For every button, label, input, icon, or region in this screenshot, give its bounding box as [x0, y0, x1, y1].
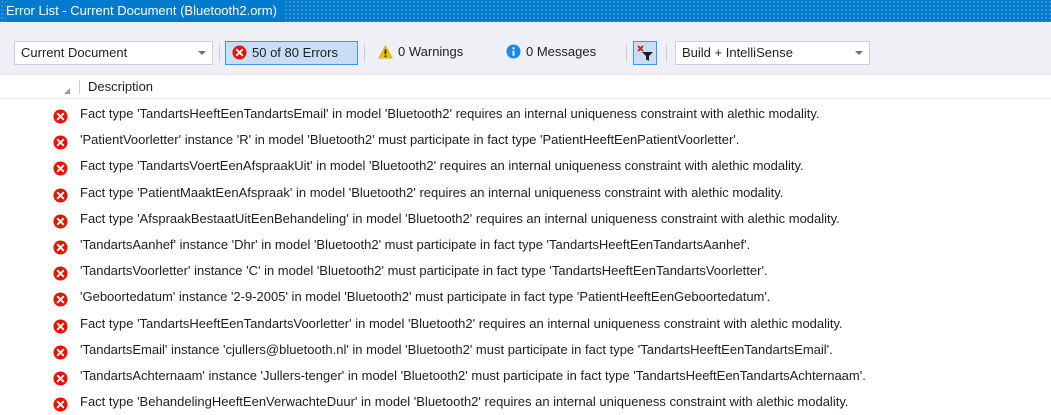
error-row[interactable]: Fact type 'AfspraakBestaatUitEenBehandel…	[0, 206, 1051, 232]
error-row[interactable]: Fact type 'TandartsHeeftEenTandartsEmail…	[0, 101, 1051, 127]
error-description: 'Geboortedatum' instance '2-9-2005' in m…	[80, 289, 771, 305]
error-row[interactable]: Fact type 'TandartsHeeftEenTandartsVoorl…	[0, 311, 1051, 337]
error-row[interactable]: Fact type 'PatientMaaktEenAfspraak' in m…	[0, 180, 1051, 206]
error-row[interactable]: 'TandartsAanhef' instance 'Dhr' in model…	[0, 232, 1051, 258]
toolbar-separator	[626, 44, 627, 62]
error-row[interactable]: 'TandartsEmail' instance 'cjullers@bluet…	[0, 337, 1051, 363]
error-row[interactable]: 'Geboortedatum' instance '2-9-2005' in m…	[0, 284, 1051, 310]
column-header-row: Description	[0, 76, 1051, 99]
error-icon	[53, 264, 68, 281]
error-icon	[53, 238, 68, 255]
error-icon	[53, 369, 68, 386]
messages-count-label: 0 Messages	[526, 44, 597, 59]
error-icon	[232, 45, 247, 60]
error-row[interactable]: Fact type 'BehandelingHeeftEenVerwachteD…	[0, 389, 1051, 415]
chevron-down-icon	[198, 51, 206, 55]
error-description: 'TandartsAchternaam' instance 'Jullers-t…	[80, 368, 866, 383]
error-description: 'TandartsVoorletter' instance 'C' in mod…	[80, 263, 768, 279]
toolbar-separator	[219, 44, 220, 62]
build-source-value: Build + IntelliSense	[682, 45, 793, 60]
error-row[interactable]: 'TandartsVoorletter' instance 'C' in mod…	[0, 258, 1051, 284]
error-description: Fact type 'TandartsHeeftEenTandartsVoorl…	[80, 315, 843, 331]
error-description: 'PatientVoorletter' instance 'R' in mode…	[80, 132, 740, 148]
error-icon	[53, 290, 68, 307]
errors-filter-button[interactable]: 50 of 80 Errors	[225, 41, 358, 65]
error-description: Fact type 'AfspraakBestaatUitEenBehandel…	[80, 210, 840, 226]
clear-filter-icon	[637, 45, 654, 69]
clear-filter-button[interactable]	[633, 41, 657, 65]
chevron-down-icon	[855, 51, 863, 55]
error-description: Fact type 'TandartsVoertEenAfspraakUit' …	[80, 158, 804, 174]
messages-filter-button[interactable]: 0 Messages	[500, 41, 620, 65]
error-icon	[53, 343, 68, 360]
warnings-count-label: 0 Warnings	[398, 44, 464, 59]
build-source-dropdown[interactable]: Build + IntelliSense	[675, 41, 870, 65]
error-icon	[53, 212, 68, 229]
error-icon	[53, 107, 68, 124]
error-description: 'TandartsEmail' instance 'cjullers@bluet…	[80, 341, 833, 357]
error-icon	[53, 133, 68, 150]
description-column-header[interactable]: Description	[88, 76, 153, 98]
error-icon	[53, 317, 68, 334]
error-row[interactable]: 'TandartsAchternaam' instance 'Jullers-t…	[0, 363, 1051, 389]
error-icon	[53, 159, 68, 176]
error-list-title-bar[interactable]: Error List - Current Document (Bluetooth…	[0, 0, 1051, 22]
error-icon	[53, 186, 68, 203]
scope-dropdown[interactable]: Current Document	[14, 41, 213, 65]
error-description: Fact type 'PatientMaaktEenAfspraak' in m…	[80, 184, 784, 200]
errors-count-label: 50 of 80 Errors	[252, 45, 338, 60]
toolbar-separator	[364, 44, 365, 62]
info-icon	[506, 44, 521, 59]
window-title: Error List - Current Document (Bluetooth…	[6, 0, 283, 22]
column-resize-handle[interactable]	[79, 80, 80, 94]
toolbar-separator	[666, 44, 667, 62]
scope-dropdown-value: Current Document	[21, 45, 128, 60]
error-icon	[53, 395, 68, 412]
warning-icon	[378, 44, 393, 59]
error-description: Fact type 'TandartsHeeftEenTandartsEmail…	[80, 106, 820, 121]
error-row[interactable]: Fact type 'TandartsVoertEenAfspraakUit' …	[0, 153, 1051, 179]
error-description: 'TandartsAanhef' instance 'Dhr' in model…	[80, 237, 751, 252]
error-row[interactable]: 'PatientVoorletter' instance 'R' in mode…	[0, 127, 1051, 153]
warnings-filter-button[interactable]: 0 Warnings	[372, 41, 492, 65]
error-description: Fact type 'BehandelingHeeftEenVerwachteD…	[80, 394, 849, 410]
sort-indicator-icon[interactable]	[64, 79, 70, 94]
